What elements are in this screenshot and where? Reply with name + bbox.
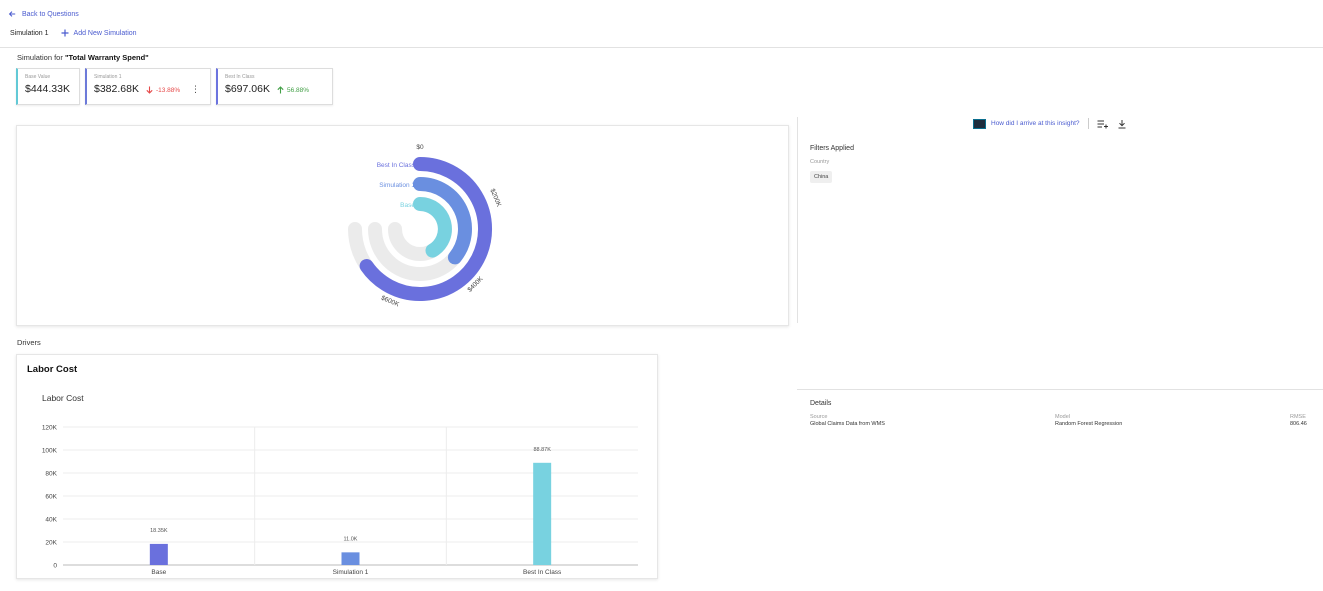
filters-heading: Filters Applied	[810, 145, 854, 152]
bar	[341, 552, 360, 565]
details-panel: Details Source Global Claims Data from W…	[810, 400, 1310, 427]
axis-tick-label: $0	[416, 144, 424, 151]
series-label: Best In Class	[377, 162, 416, 169]
kpi-change-value: -13.88%	[155, 86, 181, 94]
detail-value: Global Claims Data from WMS	[810, 421, 885, 427]
arrow-down-icon	[146, 86, 153, 94]
data-label: 18.35K	[150, 528, 168, 534]
x-tick-label: Best In Class	[523, 569, 562, 576]
toolbar-separator	[1087, 118, 1089, 129]
filters-panel: Filters Applied Country China	[810, 145, 854, 183]
download-icon[interactable]	[1117, 119, 1127, 129]
insight-thumbnail-icon	[973, 118, 986, 129]
detail-model: Model Random Forest Regression	[1055, 414, 1122, 427]
bar	[149, 543, 168, 565]
kpi-base-value: Base Value $444.33K	[16, 68, 80, 105]
filter-chip[interactable]: China	[810, 171, 833, 183]
kpi-change-value: 56.88%	[286, 86, 310, 94]
y-tick-label: 120K	[42, 425, 58, 432]
detail-key: Source	[810, 414, 828, 420]
x-tick-label: Base	[151, 569, 166, 576]
y-tick-label: 0	[53, 563, 57, 570]
y-tick-label: 60K	[45, 494, 57, 501]
panel-divider	[797, 117, 798, 323]
arrow-up-icon	[277, 86, 284, 94]
simulation-tabs: Simulation 1 Add New Simulation	[10, 29, 137, 37]
back-to-questions-link[interactable]: Back to Questions	[8, 10, 79, 18]
insight-link-label: How did I arrive at this insight?	[991, 120, 1080, 127]
detail-value: Random Forest Regression	[1055, 421, 1123, 427]
details-divider	[797, 389, 1323, 390]
kpi-value: $444.33K	[25, 83, 70, 95]
kpi-label: Best In Class	[225, 74, 255, 80]
insight-toolbar: How did I arrive at this insight?	[973, 118, 1127, 129]
labor-cost-card: Labor Cost Labor Cost 0 20K 40K 60K 80K 100K 1…	[16, 354, 658, 579]
divider	[0, 47, 1323, 48]
simulation-heading: Simulation for "Total Warranty Spend"	[17, 53, 149, 62]
kpi-label: Simulation 1	[94, 74, 122, 80]
data-label: 88.87K	[533, 447, 551, 453]
axis-tick-label: $200K	[488, 188, 502, 209]
simulation-prefix: Simulation for	[17, 53, 65, 62]
page: Back to Questions Simulation 1 Add New S…	[0, 4, 1323, 589]
insight-link[interactable]: How did I arrive at this insight?	[973, 118, 1080, 129]
more-options-icon[interactable]: ⋮	[191, 84, 200, 95]
add-simulation-button[interactable]: Add New Simulation	[61, 29, 137, 37]
radial-bar	[413, 197, 452, 258]
data-label: 11.0K	[344, 536, 358, 542]
kpi-value: $382.68K	[94, 83, 139, 95]
radial-bar-chart: Best In ClassSimulation 1Base$0$200K$400…	[348, 144, 502, 309]
series-label: Simulation 1	[379, 182, 415, 189]
radial-chart-card: Best In Class Simulation 1 Base $0 $200K $400…	[16, 125, 789, 326]
detail-rmse: RMSE 806.46	[1290, 414, 1307, 427]
detail-key: Model	[1055, 414, 1070, 420]
kpi-simulation-1: Simulation 1 $382.68K -13.88% ⋮	[85, 68, 211, 105]
detail-source: Source Global Claims Data from WMS	[810, 414, 885, 427]
kpi-change: 56.88%	[277, 86, 309, 94]
arrow-left-icon	[8, 11, 16, 17]
kpi-best-in-class: Best In Class $697.06K 56.88%	[216, 68, 333, 105]
detail-value: 806.46	[1290, 421, 1307, 427]
back-label: Back to Questions	[22, 10, 79, 18]
y-tick-label: 20K	[45, 540, 57, 547]
y-tick-label: 80K	[45, 471, 57, 478]
y-tick-label: 100K	[42, 448, 58, 455]
kpi-change: -13.88%	[146, 86, 180, 94]
plus-icon	[61, 29, 69, 37]
detail-key: RMSE	[1290, 414, 1306, 420]
x-tick-label: Simulation 1	[333, 569, 369, 576]
labor-cost-bar-chart: 0 20K 40K 60K 80K 100K 120K 18.35K Base 11.0K Simu…	[42, 425, 638, 576]
details-heading: Details	[810, 400, 832, 407]
series-label: Base	[400, 202, 415, 209]
y-tick-label: 40K	[45, 517, 57, 524]
bar	[533, 462, 552, 565]
drivers-heading: Drivers	[17, 338, 41, 347]
kpi-label: Base Value	[25, 74, 51, 80]
filter-key: Country	[810, 159, 830, 165]
tab-simulation-1[interactable]: Simulation 1	[10, 30, 49, 37]
add-to-list-icon[interactable]	[1097, 119, 1109, 129]
add-simulation-label: Add New Simulation	[73, 29, 137, 37]
kpi-value: $697.06K	[225, 83, 270, 95]
simulation-metric: "Total Warranty Spend"	[64, 53, 149, 62]
